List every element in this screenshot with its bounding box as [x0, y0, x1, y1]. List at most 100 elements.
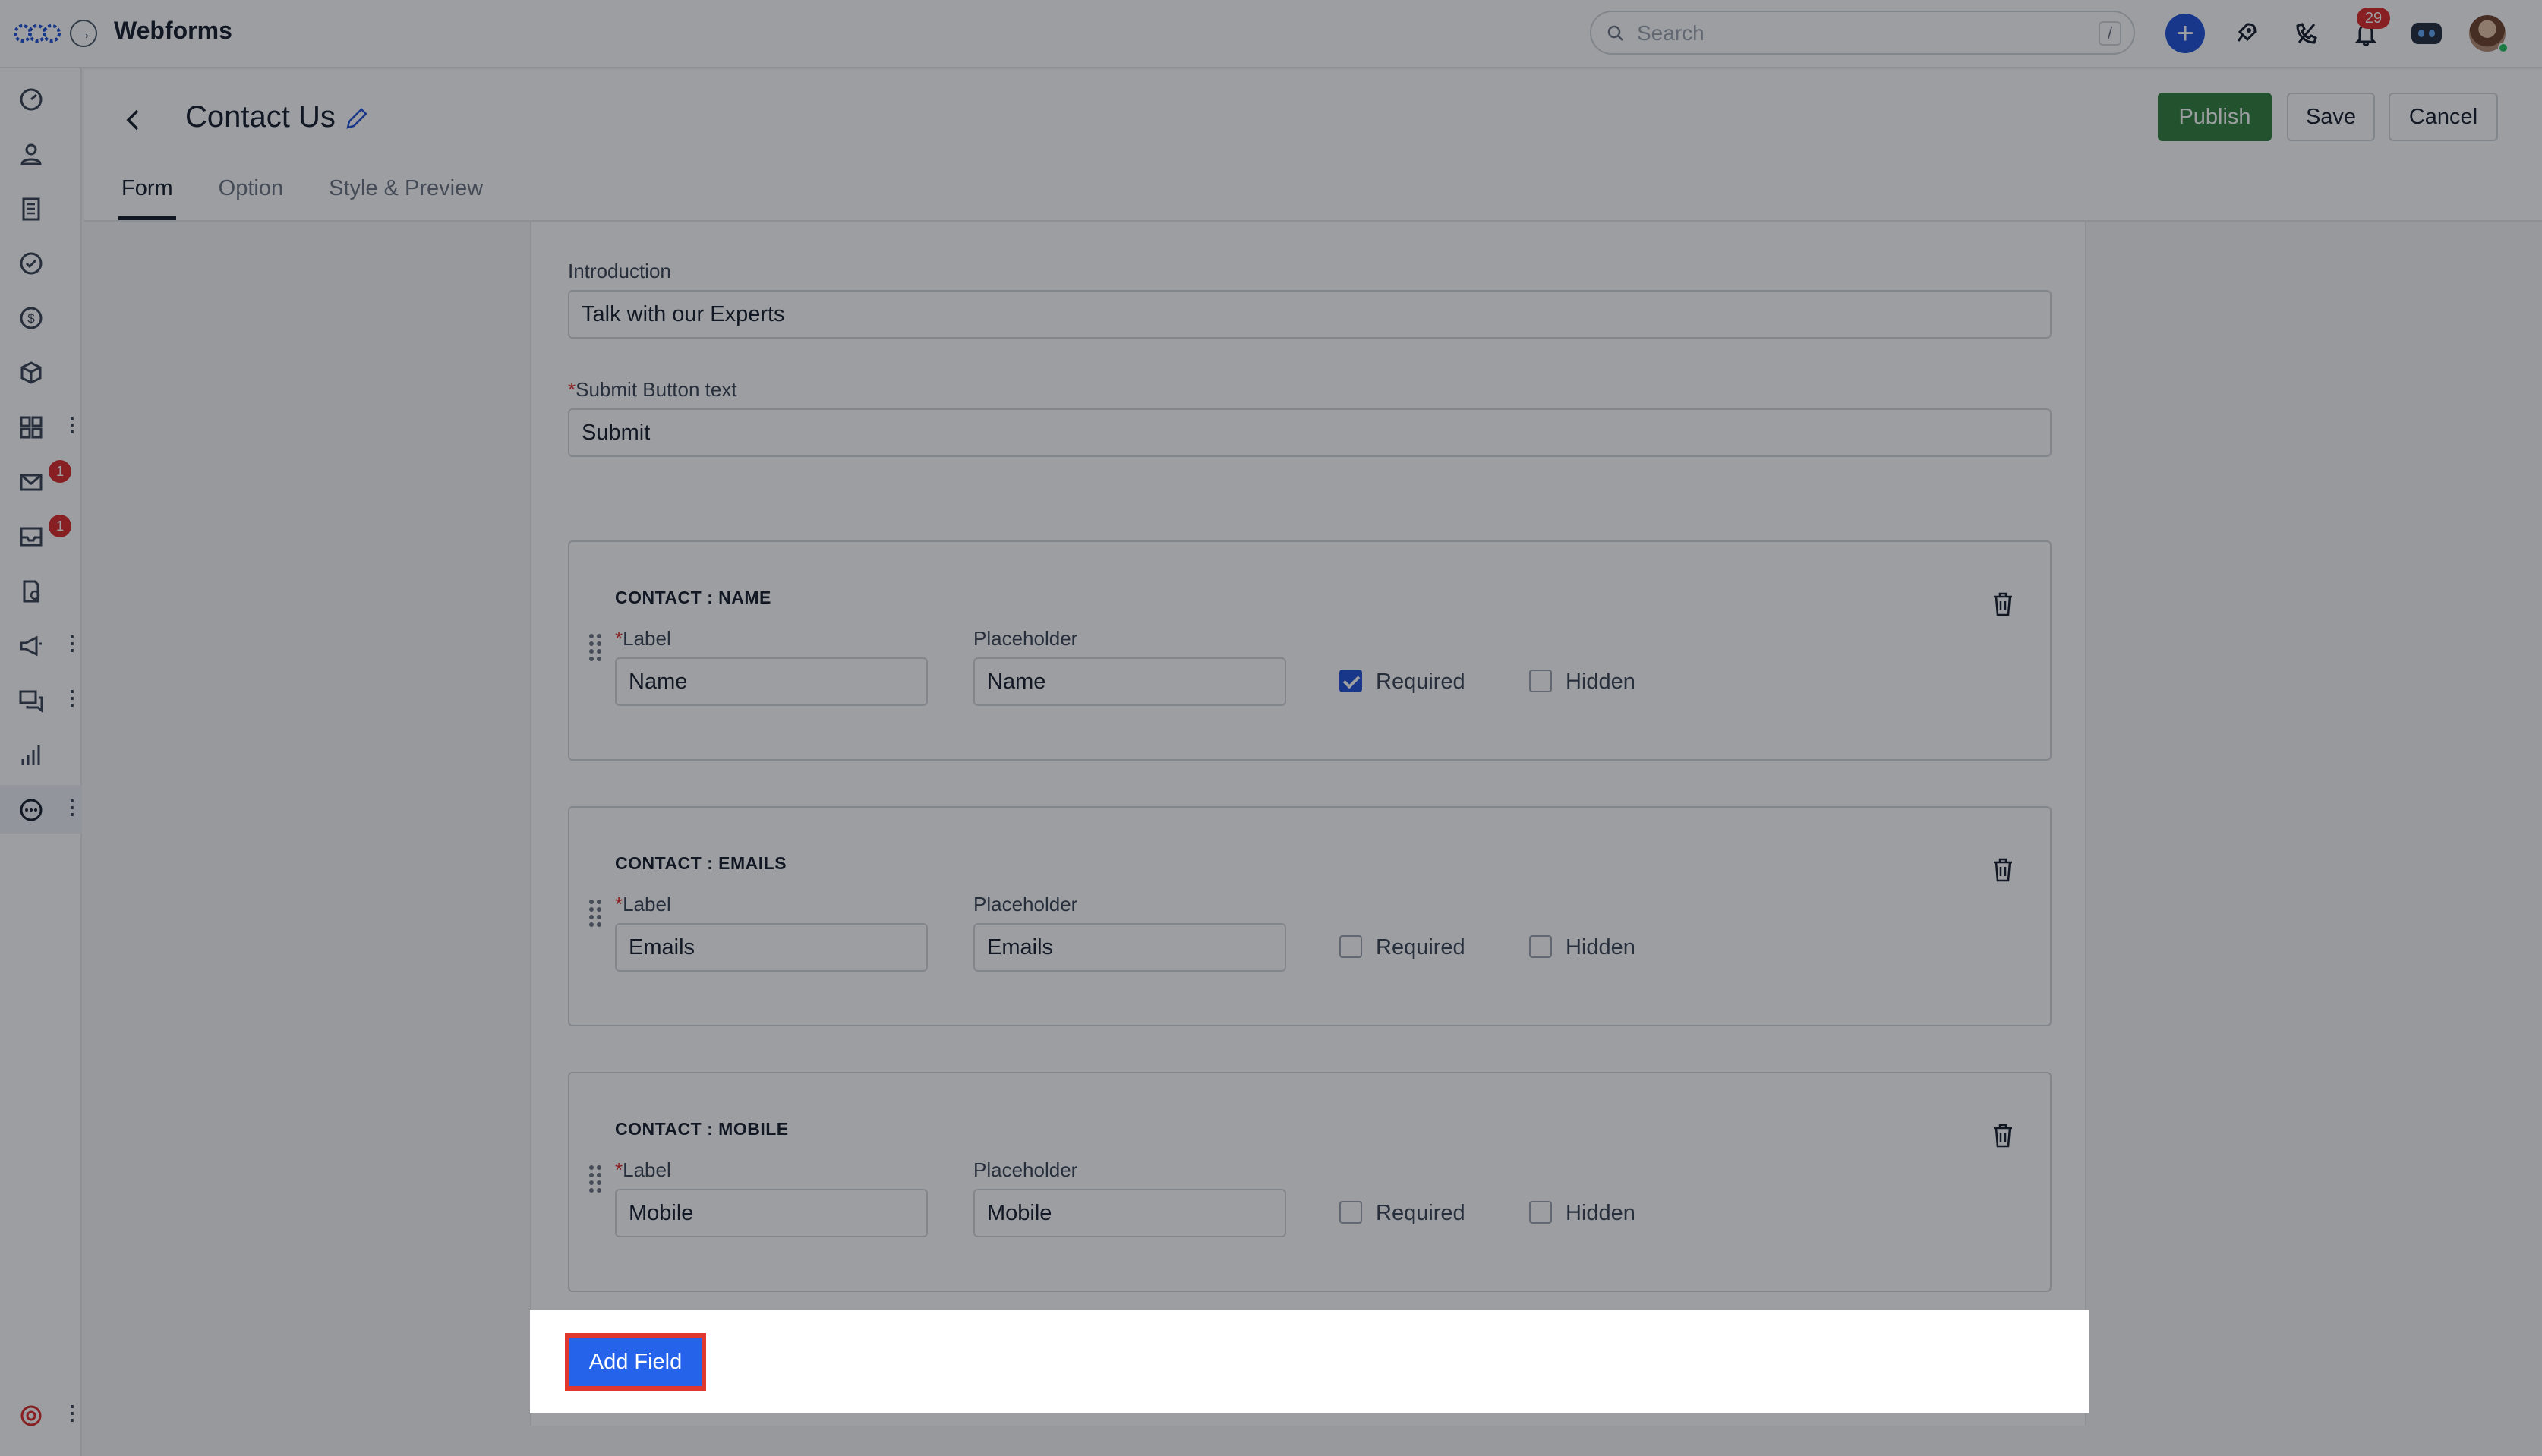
field-card-mobile: CONTACT : MOBILE *Label Placeholder Requ… — [568, 1072, 2052, 1292]
reports-icon — [21, 745, 40, 765]
add-field-highlight: Add Field — [565, 1333, 706, 1391]
products-icon — [20, 361, 42, 384]
placeholder-caption: Placeholder — [973, 1158, 1078, 1181]
placeholder-input[interactable] — [973, 1189, 1286, 1237]
notification-count-badge: 29 — [2357, 8, 2390, 29]
label-input[interactable] — [615, 1189, 928, 1237]
required-star: * — [568, 378, 576, 401]
sidebar-item-reports[interactable] — [0, 730, 82, 779]
field-card-title: CONTACT : MOBILE — [615, 1119, 789, 1139]
drag-handle-icon[interactable] — [586, 632, 604, 662]
dashboard-icon — [20, 88, 43, 111]
sidebar-item-mail[interactable]: 1 — [0, 457, 82, 506]
more-options-icon[interactable]: ⋮ — [62, 1403, 82, 1423]
hidden-checkbox[interactable] — [1529, 935, 1552, 958]
more-options-icon[interactable]: ⋮ — [62, 633, 82, 653]
sidebar-item-apps[interactable]: ⋮ — [0, 402, 82, 451]
page-title: Contact Us — [185, 100, 336, 134]
search-box[interactable]: / — [1590, 11, 2135, 55]
more-options-icon[interactable]: ⋮ — [62, 414, 82, 434]
more-icon — [20, 799, 43, 821]
help-icon — [20, 1405, 42, 1426]
search-shortcut-key: / — [2099, 21, 2121, 46]
assistant-bot-icon[interactable] — [2407, 14, 2446, 53]
drag-handle-icon[interactable] — [586, 897, 604, 928]
companies-icon — [22, 197, 40, 221]
conversations-icon — [19, 690, 43, 714]
hidden-label: Hidden — [1566, 1201, 1635, 1225]
field-card-emails: CONTACT : EMAILS *Label Placeholder Requ… — [568, 806, 2052, 1026]
sidebar-item-documents[interactable] — [0, 566, 82, 615]
submit-button-text-label: *Submit Button text — [568, 378, 737, 401]
delete-trash-icon[interactable] — [1991, 591, 2015, 618]
left-sidebar: $ ⋮ 1 1 ⋮ ⋮ ⋮ ⋮ — [0, 68, 82, 1456]
cancel-button[interactable]: Cancel — [2389, 93, 2498, 141]
mail-icon — [20, 474, 43, 491]
label-caption: *Label — [615, 627, 671, 650]
hidden-label: Hidden — [1566, 935, 1635, 960]
inbox-icon — [20, 527, 43, 547]
add-field-button[interactable]: Add Field — [569, 1338, 702, 1386]
field-card-name: CONTACT : NAME *Label Placeholder Requir… — [568, 540, 2052, 761]
contacts-icon — [20, 143, 42, 165]
edit-pencil-icon[interactable] — [343, 106, 369, 132]
sidebar-item-campaigns[interactable]: ⋮ — [0, 621, 82, 670]
top-bar: → Webforms / + 29 — [0, 0, 2542, 68]
sidebar-item-help[interactable]: ⋮ — [0, 1391, 82, 1439]
save-button[interactable]: Save — [2287, 93, 2375, 141]
delete-trash-icon[interactable] — [1991, 1122, 2015, 1149]
publish-button[interactable]: Publish — [2158, 93, 2272, 141]
sidebar-item-tasks[interactable] — [0, 238, 82, 287]
field-card-title: CONTACT : EMAILS — [615, 853, 787, 873]
sidebar-item-more[interactable]: ⋮ — [0, 785, 82, 834]
required-label: Required — [1376, 1201, 1465, 1225]
delete-trash-icon[interactable] — [1991, 856, 2015, 884]
more-options-icon[interactable]: ⋮ — [62, 688, 82, 708]
app-logo-icon[interactable] — [12, 17, 62, 50]
form-editor-card: Introduction *Submit Button text CONTACT… — [530, 222, 2086, 1426]
deals-icon: $ — [20, 307, 43, 329]
phone-icon[interactable] — [2287, 14, 2326, 53]
introduction-label: Introduction — [568, 260, 671, 282]
placeholder-input[interactable] — [973, 923, 1286, 972]
placeholder-input[interactable] — [973, 657, 1286, 706]
apps-icon — [20, 416, 43, 439]
search-icon — [1607, 25, 1623, 41]
sidebar-item-inbox[interactable]: 1 — [0, 512, 82, 560]
more-options-icon[interactable]: ⋮ — [62, 797, 82, 817]
campaigns-icon — [20, 635, 42, 657]
back-arrow-icon[interactable] — [118, 105, 149, 135]
required-checkbox[interactable] — [1339, 670, 1362, 692]
mail-badge: 1 — [49, 460, 71, 483]
tab-form[interactable]: Form — [118, 176, 176, 220]
label-input[interactable] — [615, 923, 928, 972]
sidebar-item-contacts[interactable] — [0, 129, 82, 178]
sidebar-item-deals[interactable]: $ — [0, 293, 82, 342]
label-input[interactable] — [615, 657, 928, 706]
tab-style-preview[interactable]: Style & Preview — [326, 176, 486, 220]
placeholder-caption: Placeholder — [973, 627, 1078, 650]
documents-icon — [23, 580, 40, 603]
hidden-label: Hidden — [1566, 670, 1635, 694]
label-caption: *Label — [615, 1158, 671, 1181]
sidebar-item-products[interactable] — [0, 348, 82, 396]
label-caption: *Label — [615, 893, 671, 916]
submit-button-text-input[interactable] — [568, 408, 2052, 457]
rocket-icon[interactable] — [2226, 14, 2266, 53]
expand-sidebar-icon[interactable]: → — [70, 20, 97, 47]
required-checkbox[interactable] — [1339, 1201, 1362, 1224]
sidebar-item-companies[interactable] — [0, 184, 82, 232]
drag-handle-icon[interactable] — [586, 1163, 604, 1193]
tab-option[interactable]: Option — [216, 176, 286, 220]
sidebar-item-dashboard[interactable] — [0, 74, 82, 123]
sidebar-item-conversations[interactable]: ⋮ — [0, 676, 82, 724]
required-label: Required — [1376, 935, 1465, 960]
hidden-checkbox[interactable] — [1529, 670, 1552, 692]
page-header: Contact Us Publish Save Cancel Form Opti… — [84, 70, 2542, 222]
required-checkbox[interactable] — [1339, 935, 1362, 958]
app-title: Webforms — [114, 17, 232, 44]
introduction-input[interactable] — [568, 290, 2052, 339]
hidden-checkbox[interactable] — [1529, 1201, 1552, 1224]
search-input[interactable] — [1637, 20, 2062, 47]
create-new-icon[interactable]: + — [2165, 14, 2205, 53]
